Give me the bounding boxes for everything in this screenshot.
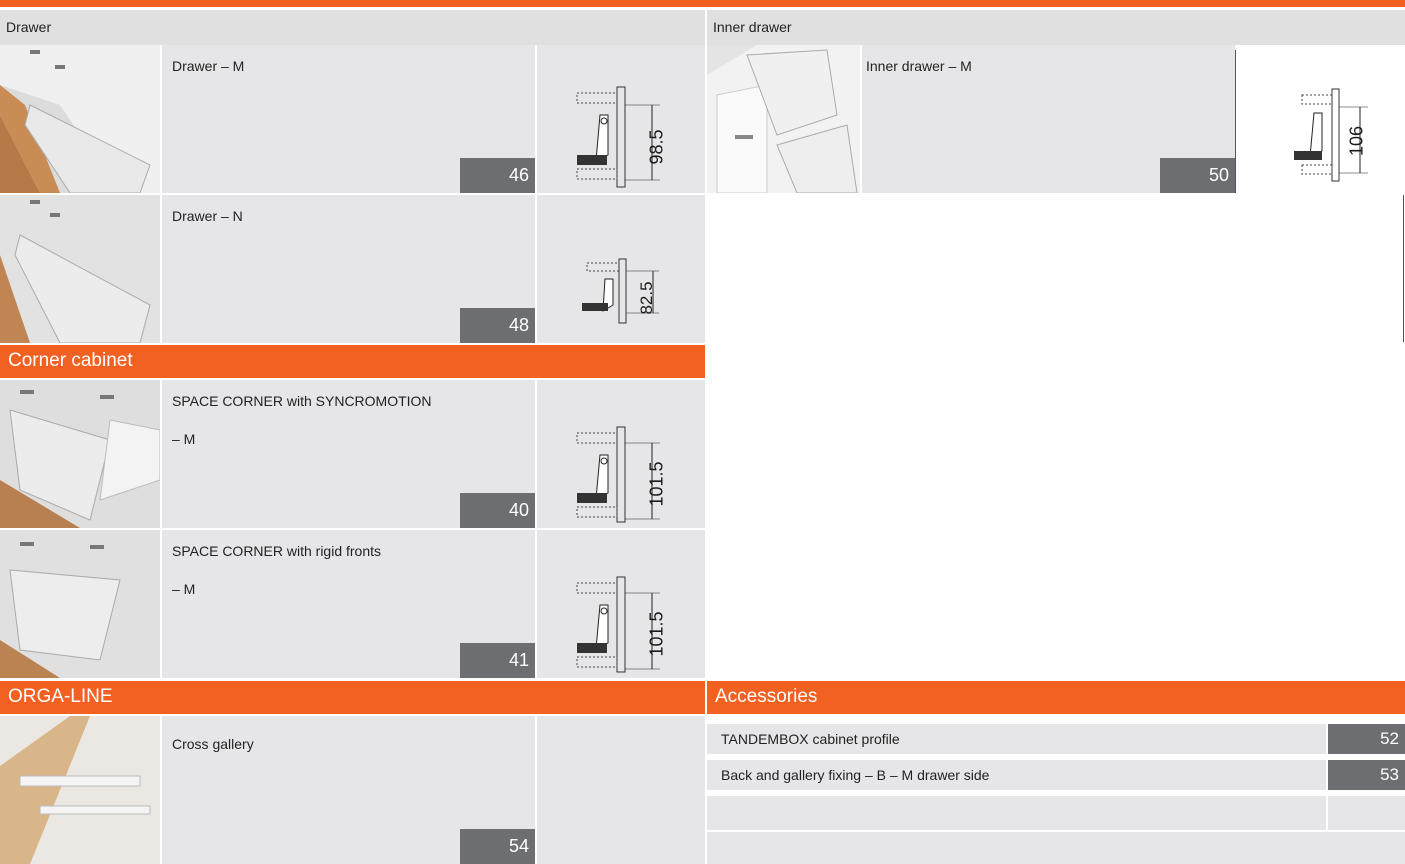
product-title: Drawer – M [172,58,245,74]
product-title-line1: SPACE CORNER with rigid fronts [172,543,382,559]
accessory-page-number[interactable]: 52 [1328,724,1405,754]
accessory-label: Back and gallery fixing – B – M drawer s… [721,767,990,783]
page-number[interactable]: 50 [1160,158,1235,193]
dimension-label-wrap: 101.5 [637,442,677,527]
drawer-n-photo [0,195,160,343]
accessory-row[interactable]: Back and gallery fixing – B – M drawer s… [707,760,1326,790]
section-title: Accessories [715,686,818,707]
product-title: Inner drawer – M [866,58,972,74]
space-corner-sync-diagram-cell: 101.5 [537,380,705,528]
drawer-n-diagram-cell: 82.5 [537,195,705,343]
page-number[interactable]: 46 [460,158,535,193]
top-accent-line [0,0,1405,7]
dimension-label-wrap: 101.5 [637,592,677,677]
inner-drawer-m-photo [707,45,860,193]
product-title-line1: SPACE CORNER with SYNCROMOTION [172,393,432,409]
accessory-page-number[interactable]: 53 [1328,760,1405,790]
section-header-orga-line: ORGA-LINE [0,681,705,714]
drawer-m-diagram-cell: 98.5 [537,45,705,193]
accessory-empty-row [707,796,1326,830]
page-number[interactable]: 54 [460,829,535,864]
accessory-empty-page [1328,796,1405,830]
space-corner-rigid-diagram-cell: 101.5 [537,530,705,678]
section-title: Drawer [6,19,52,35]
dimension-label-wrap: 106 [1337,115,1377,175]
space-corner-rigid-photo [0,530,160,678]
cross-gallery-diagram-cell [537,716,705,864]
cross-gallery-info: Cross gallery 54 [162,716,535,864]
section-header-accessories: Accessories [707,681,1405,714]
section-header-drawer: Drawer [0,10,705,45]
drawer-n-info: Drawer – N 48 [162,195,535,343]
section-title: Inner drawer [713,19,792,35]
space-corner-rigid-info: SPACE CORNER with rigid fronts – M 41 [162,530,535,678]
product-title: Drawer – N [172,208,243,224]
space-corner-sync-photo [0,380,160,528]
page-number[interactable]: 48 [460,308,535,343]
section-title: ORGA-LINE [8,686,113,707]
product-title-line2: – M [172,431,196,447]
section-header-inner-drawer: Inner drawer [707,10,1405,45]
page-number[interactable]: 41 [460,643,535,678]
product-title: Cross gallery [172,736,254,752]
cross-gallery-photo [0,716,160,864]
product-title-line2: – M [172,581,196,597]
page-number[interactable]: 40 [460,493,535,528]
dimension-label-wrap: 82.5 [627,270,667,330]
inner-drawer-m-info: Inner drawer – M 50 [862,45,1235,193]
dimension-label: 82.5 [637,281,656,315]
section-header-corner-cabinet: Corner cabinet [0,345,705,378]
inner-drawer-m-diagram-cell: 106 [1237,45,1405,193]
accessory-label: TANDEMBOX cabinet profile [721,731,900,747]
dimension-label: 98.5 [646,129,667,165]
dimension-label: 106 [1346,125,1367,157]
dimension-label: 101.5 [646,461,667,507]
drawer-m-photo [0,45,160,193]
accessory-row[interactable]: TANDEMBOX cabinet profile [707,724,1326,754]
accessory-empty-row [707,832,1405,864]
section-title: Corner cabinet [8,350,133,371]
space-corner-sync-info: SPACE CORNER with SYNCROMOTION – M 40 [162,380,535,528]
column-divider [1403,195,1404,342]
column-divider [1235,50,1236,193]
drawer-m-info: Drawer – M 46 [162,45,535,193]
dimension-label-wrap: 98.5 [637,107,677,187]
dimension-label: 101.5 [646,611,667,657]
